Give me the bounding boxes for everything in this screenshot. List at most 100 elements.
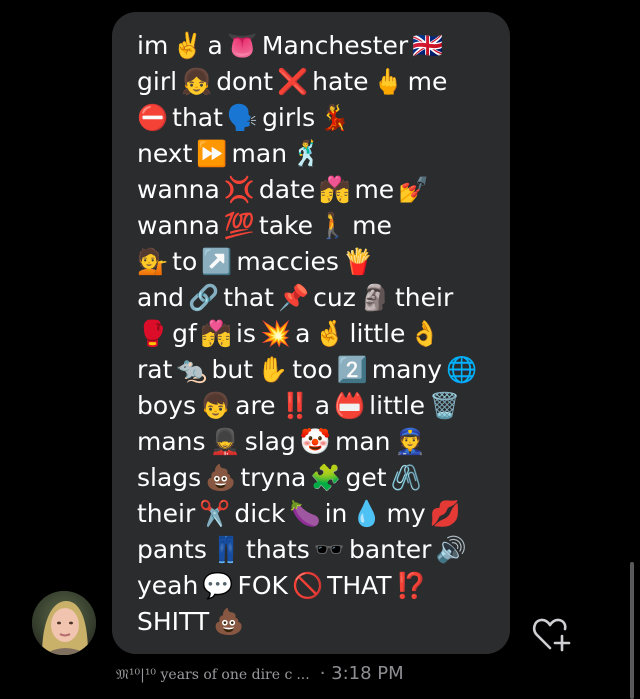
message-token: 🕺 (291, 139, 323, 168)
sender-avatar[interactable] (32, 591, 96, 655)
message-token: 💏 (319, 175, 351, 204)
message-line: and 🔗 that 📌 cuz 🗿 their (137, 280, 481, 316)
message-token: THAT (327, 571, 392, 600)
message-token: 🧩 (310, 463, 342, 492)
message-token: ↗️ (201, 247, 233, 276)
message-token: 💥 (259, 319, 292, 348)
message-token: and (137, 283, 185, 312)
message-token: tryna (240, 463, 307, 492)
message-token: 🍟 (342, 247, 375, 276)
message-line: wanna 💢 date 💏 me 💅 (137, 172, 481, 208)
message-line: rat 🐀 but ✋ too 2️⃣ many 🌐 (137, 352, 481, 388)
message-line: boys 👦 are ‼️ a 📛 little 🗑️ (137, 388, 481, 424)
message-token: 🖇️ (390, 463, 422, 492)
message-token: 💩 (205, 463, 237, 492)
message-token: in (324, 499, 348, 528)
message-token: mans (137, 427, 206, 456)
sender-name[interactable]: 𝔐¹⁰|¹⁰ years of one dire c (116, 663, 292, 687)
message-token: ‼️ (279, 391, 311, 420)
message-token: a (295, 319, 311, 348)
message-token: 👅 (226, 31, 258, 60)
message-token: ⏩ (196, 139, 228, 168)
message-token: 💯 (223, 211, 255, 240)
message-token: pants (137, 535, 207, 564)
message-token: slag (244, 427, 296, 456)
message-token: 👦 (199, 391, 232, 420)
message-token: that (172, 103, 223, 132)
message-token: are (235, 391, 276, 420)
message-token: my (386, 499, 426, 528)
message-token: is (235, 319, 256, 348)
message-timestamp: · 3:18 PM (319, 663, 404, 684)
message-token: 🗿 (359, 283, 391, 312)
message-line: mans 💂 slag 🤡 man 👮 (137, 424, 481, 460)
message-token: hate (312, 67, 369, 96)
message-line: girl 👧 dont ❌ hate 🖕 me (137, 64, 481, 100)
message-token: 🔗 (188, 283, 220, 312)
message-token: 🖕 (372, 67, 404, 96)
message-token: 💬 (202, 571, 234, 600)
message-line: SHITT 💩 (137, 604, 481, 640)
message-token: 2️⃣ (336, 355, 368, 384)
message-token: many (371, 355, 443, 384)
message-token: girls (262, 103, 316, 132)
scrollbar[interactable] (630, 562, 634, 699)
message-token: a (314, 391, 331, 420)
message-token: get (345, 463, 387, 492)
message-token: 💧 (351, 499, 383, 528)
message-token: man (335, 427, 391, 456)
message-token: cuz (313, 283, 356, 312)
message-token: ⁉️ (395, 571, 427, 600)
message-line: next ⏩ man 🕺 (137, 136, 481, 172)
like-button[interactable] (526, 610, 574, 658)
message-token: girl (137, 67, 178, 96)
message-token: ✋ (257, 355, 289, 384)
message-token: FOK (237, 571, 288, 600)
message-token: 🐀 (176, 355, 208, 384)
message-text: im ✌️ a 👅 Manchester 🇬🇧 girl 👧 dont ❌ ha… (137, 28, 481, 640)
message-token: ❌ (277, 67, 309, 96)
message-token: boys (137, 391, 196, 420)
message-token: me (407, 67, 448, 96)
message-line: pants 👖 thats 🕶️ banter 🔊 (137, 532, 481, 568)
message-line: 💁 to ↗️ maccies 🍟 (137, 244, 481, 280)
message-token: Manchester (261, 31, 409, 60)
message-token: 💩 (213, 607, 245, 636)
message-token: 💁 (137, 247, 169, 276)
message-token: a (207, 31, 223, 60)
message-token: date (258, 175, 316, 204)
message-line: im ✌️ a 👅 Manchester 🇬🇧 (137, 28, 481, 64)
message-token: 🌐 (446, 355, 478, 384)
message-token: 💅 (398, 175, 430, 204)
message-token: thats (246, 535, 310, 564)
message-token: me (354, 175, 395, 204)
message-token: that (223, 283, 274, 312)
message-token: 🗣️ (226, 103, 259, 132)
message-token: gf (172, 319, 197, 348)
message-token: man (231, 139, 288, 168)
message-token: 🇬🇧 (412, 31, 444, 60)
message-token: 📌 (277, 283, 310, 312)
message-token: next (137, 139, 193, 168)
message-token: ⛔ (137, 103, 169, 132)
message-line: slags 💩 tryna 🧩 get 🖇️ (137, 460, 481, 496)
message-token: 🗑️ (429, 391, 461, 420)
message-token: me (352, 211, 392, 240)
message-token: their (137, 499, 196, 528)
message-token: little (349, 319, 406, 348)
message-token: 🕶️ (313, 535, 345, 564)
message-line: 🥊 gf 💏 is 💥 a 🤞 little 👌 (137, 316, 481, 352)
message-token: their (394, 283, 454, 312)
message-token: im (137, 31, 169, 60)
message-token: 🤡 (299, 427, 331, 456)
message-token: 💃 (319, 103, 351, 132)
message-token: 🤞 (314, 319, 346, 348)
message-token: dick (234, 499, 286, 528)
message-token: wanna (137, 211, 220, 240)
message-token: ✂️ (199, 499, 231, 528)
message-token: ✌️ (172, 31, 204, 60)
message-token: dont (216, 67, 273, 96)
heart-plus-icon (532, 618, 571, 652)
message-token: wanna (137, 175, 220, 204)
message-token: SHITT (137, 607, 210, 636)
